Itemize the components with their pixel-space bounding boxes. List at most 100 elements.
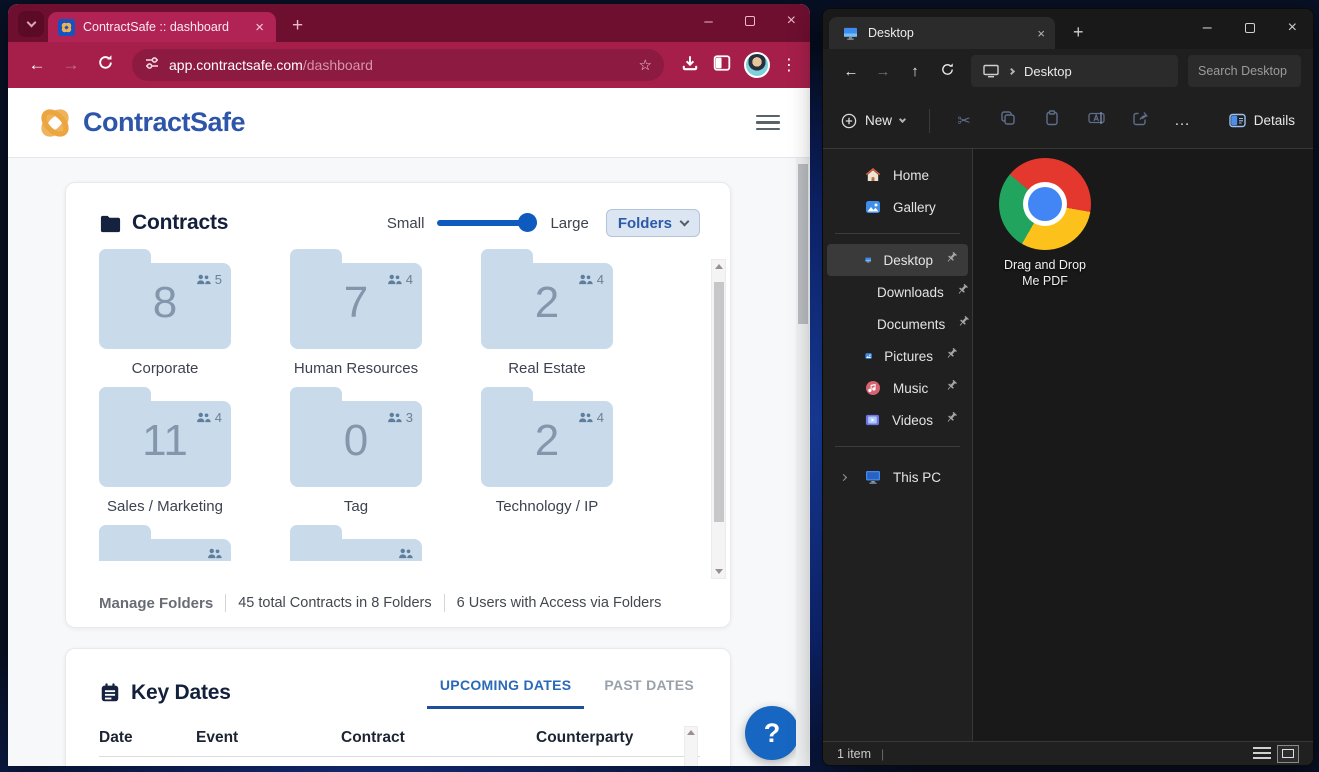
folder-name: Sales / Marketing xyxy=(107,498,223,515)
folder-tile-partial[interactable] xyxy=(290,525,422,561)
key-dates-card: Key Dates UPCOMING DATES PAST DATES Date… xyxy=(65,648,731,766)
folder-tile[interactable]: 5 8 Corporate xyxy=(99,249,231,378)
tab-past-dates[interactable]: PAST DATES xyxy=(598,677,700,709)
download-icon[interactable] xyxy=(676,54,704,77)
contractsafe-logo[interactable]: ContractSafe xyxy=(36,104,246,142)
site-header: ContractSafe xyxy=(8,88,810,158)
breadcrumb[interactable]: Desktop xyxy=(971,55,1178,87)
scrollbar-thumb[interactable] xyxy=(713,282,724,522)
folder-tile[interactable]: 4 2 Real Estate xyxy=(481,249,613,378)
breadcrumb-location[interactable]: Desktop xyxy=(1024,64,1072,79)
maximize-button[interactable] xyxy=(744,16,755,26)
pin-icon xyxy=(945,379,958,397)
explorer-file-area[interactable]: Drag and Drop Me PDF xyxy=(973,149,1313,741)
sidebar-item-pictures[interactable]: Pictures xyxy=(827,340,968,372)
explorer-status-bar: 1 item | xyxy=(823,741,1313,765)
new-tab-button[interactable]: + xyxy=(292,16,303,35)
up-icon[interactable]: ↑ xyxy=(899,63,931,80)
site-settings-icon[interactable] xyxy=(144,55,160,76)
profile-avatar[interactable] xyxy=(744,52,770,78)
chevron-down-icon xyxy=(26,17,36,28)
key-dates-header-row: Date Event Contract Counterparty xyxy=(99,729,660,747)
sidebar-item-videos[interactable]: Videos xyxy=(827,404,968,436)
browser-tabstrip: ContractSafe :: dashboard × + – × xyxy=(8,4,810,42)
key-dates-scrollbar[interactable] xyxy=(684,726,698,766)
pin-icon xyxy=(945,347,958,365)
close-button[interactable]: × xyxy=(787,12,796,30)
side-panel-icon[interactable] xyxy=(708,54,736,77)
folder-tile[interactable]: 4 2 Technology / IP xyxy=(481,387,613,516)
column-event: Event xyxy=(196,729,239,746)
sidebar-item-downloads[interactable]: Downloads xyxy=(827,276,968,308)
bookmark-star-icon[interactable]: ☆ xyxy=(639,56,652,74)
scroll-up-icon[interactable] xyxy=(687,730,695,735)
hamburger-menu-icon[interactable] xyxy=(756,114,780,131)
sidebar-item-home[interactable]: Home xyxy=(827,159,968,191)
sidebar-item-gallery[interactable]: Gallery xyxy=(827,191,968,223)
folder-tile[interactable]: 4 7 Human Resources xyxy=(290,249,422,378)
tab-title: ContractSafe :: dashboard xyxy=(83,20,229,34)
refresh-icon[interactable] xyxy=(931,62,963,81)
refresh-icon[interactable] xyxy=(90,54,120,76)
key-dates-title: Key Dates xyxy=(131,681,231,704)
details-view-icon[interactable] xyxy=(1253,747,1271,760)
view-dropdown[interactable]: Folders xyxy=(605,209,700,237)
file-item[interactable]: Drag and Drop Me PDF xyxy=(995,158,1095,290)
users-access-stat: 6 Users with Access via Folders xyxy=(456,595,662,611)
folder-name: Technology / IP xyxy=(495,498,599,515)
chevron-down-icon xyxy=(898,115,907,124)
large-icons-view-icon[interactable] xyxy=(1277,744,1299,763)
tab-close-icon[interactable]: × xyxy=(1037,26,1045,41)
forward-icon: → xyxy=(875,62,891,80)
folder-name: Human Resources xyxy=(293,360,419,377)
sidebar-item-documents[interactable]: Documents xyxy=(827,308,969,340)
tab-upcoming-dates[interactable]: UPCOMING DATES xyxy=(426,677,585,709)
chevron-right-icon[interactable] xyxy=(839,473,848,481)
folder-tile-partial[interactable] xyxy=(99,525,231,561)
scroll-up-icon[interactable] xyxy=(714,264,723,269)
see-more-icon[interactable]: … xyxy=(1174,112,1192,130)
browser-window: ContractSafe :: dashboard × + – × ← → ap… xyxy=(8,4,810,766)
new-button[interactable]: New xyxy=(841,113,907,129)
folders-grid: 5 8 Corporate 4 7 Human Resources 4 2 Re… xyxy=(66,241,730,561)
tab-close-icon[interactable]: × xyxy=(251,20,268,35)
videos-icon xyxy=(865,414,880,426)
page-scrollbar[interactable] xyxy=(796,158,809,766)
details-panel-icon xyxy=(1229,113,1246,128)
scroll-down-icon[interactable] xyxy=(714,569,723,574)
folder-users-count: 3 xyxy=(405,410,413,425)
sidebar-item-desktop[interactable]: Desktop xyxy=(827,244,968,276)
gallery-icon xyxy=(866,201,880,213)
back-icon[interactable]: ← xyxy=(835,63,867,80)
column-counterparty: Counterparty xyxy=(536,729,634,746)
folder-tile[interactable]: 3 0 Tag xyxy=(290,387,422,516)
folder-users-count: 4 xyxy=(596,410,604,425)
browser-menu-icon[interactable]: ⋮ xyxy=(778,55,800,75)
folder-size-slider[interactable] xyxy=(437,213,538,232)
sidebar-item-music[interactable]: Music xyxy=(827,372,968,404)
explorer-tabbar: Desktop × + – × xyxy=(823,9,1313,49)
back-icon[interactable]: ← xyxy=(22,55,52,75)
browser-tab[interactable]: ContractSafe :: dashboard × xyxy=(48,12,276,42)
search-input[interactable]: Search Desktop xyxy=(1188,55,1301,87)
new-tab-button[interactable]: + xyxy=(1073,23,1084,41)
url-bar[interactable]: app.contractsafe.com/dashboard ☆ xyxy=(132,49,664,81)
maximize-button[interactable] xyxy=(1244,23,1255,33)
contracts-scrollbar[interactable] xyxy=(711,259,726,579)
folder-users-count: 5 xyxy=(214,272,222,287)
folder-tile[interactable]: 4 11 Sales / Marketing xyxy=(99,387,231,516)
manage-folders-link[interactable]: Manage Folders xyxy=(99,595,213,612)
tab-search-button[interactable] xyxy=(18,11,44,37)
users-icon xyxy=(208,548,222,559)
help-button[interactable]: ? xyxy=(745,706,799,760)
explorer-tab[interactable]: Desktop × xyxy=(829,17,1055,49)
share-icon xyxy=(1130,110,1150,131)
slider-thumb[interactable] xyxy=(518,213,538,232)
item-count: 1 item xyxy=(837,746,872,761)
scrollbar-thumb[interactable] xyxy=(797,164,808,324)
close-button[interactable]: × xyxy=(1288,19,1297,37)
details-button[interactable]: Details xyxy=(1229,113,1295,128)
sidebar-item-this-pc[interactable]: This PC xyxy=(827,461,968,493)
minimize-button[interactable]: – xyxy=(1203,19,1212,37)
minimize-button[interactable]: – xyxy=(704,13,712,30)
